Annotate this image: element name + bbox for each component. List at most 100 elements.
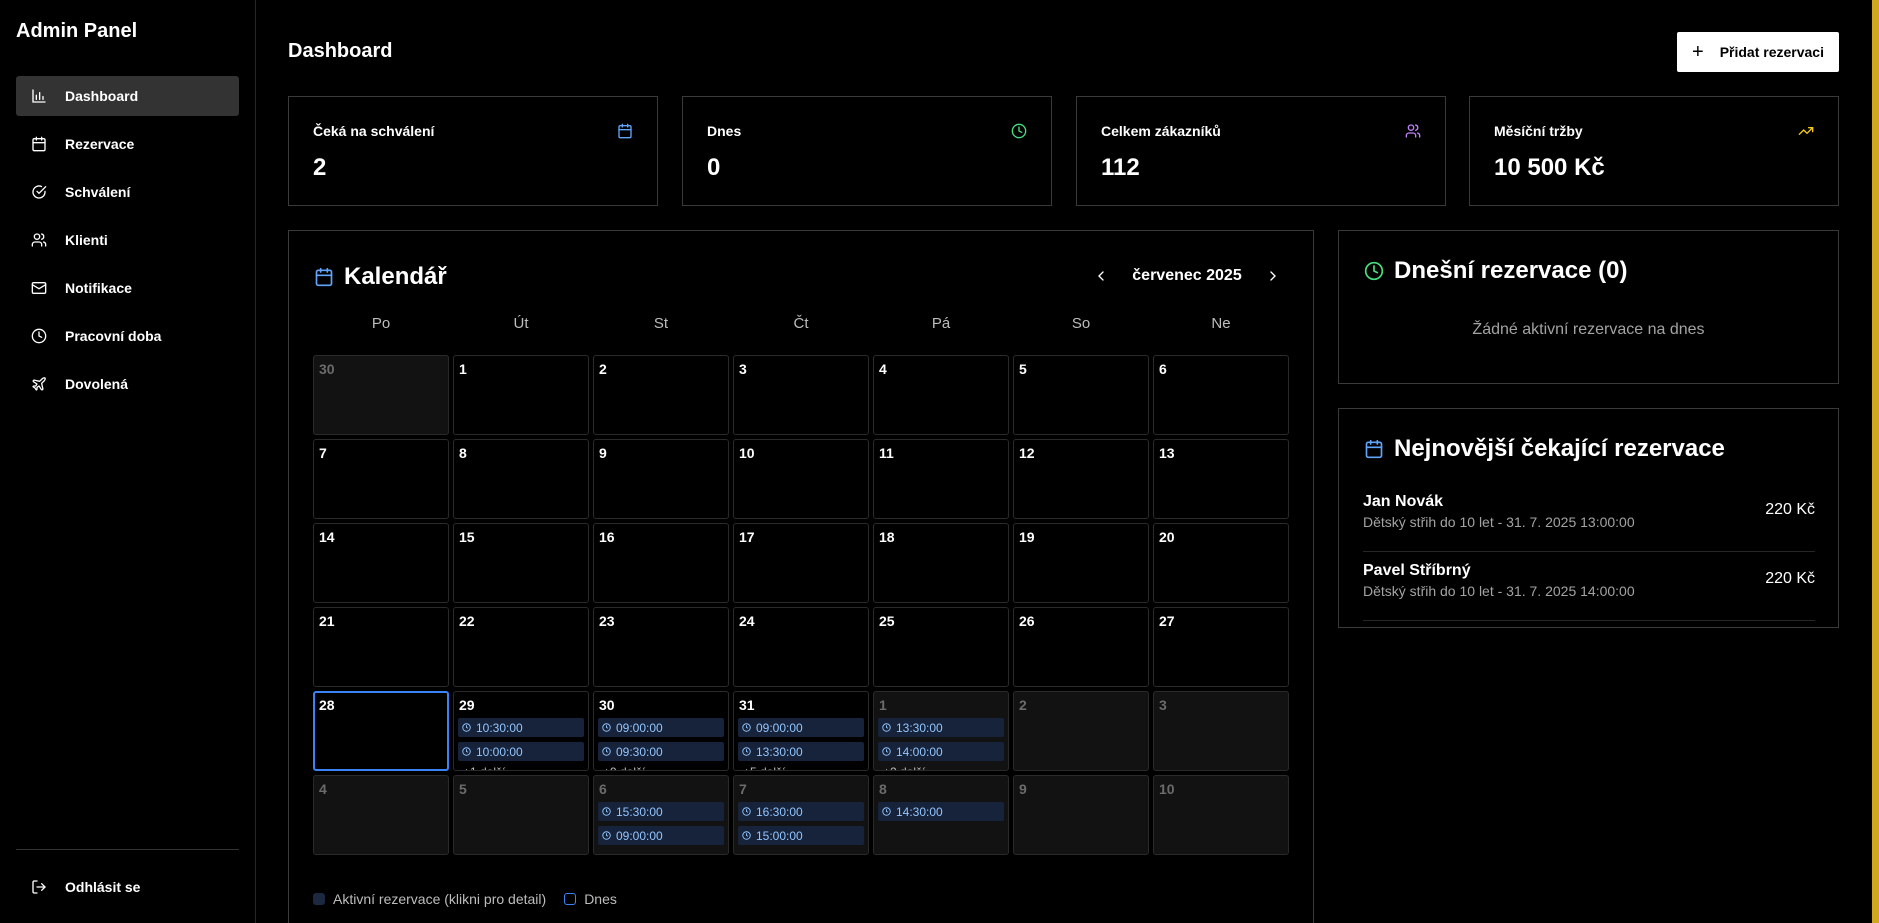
sidebar-item-pracovni-doba[interactable]: Pracovní doba xyxy=(16,316,239,356)
more-events-link[interactable]: +5 další xyxy=(738,765,864,770)
day-number: 19 xyxy=(1019,529,1035,545)
event-time: 10:00:00 xyxy=(476,744,523,759)
mail-icon xyxy=(31,280,47,296)
day-number: 2 xyxy=(1019,697,1027,713)
day-number: 21 xyxy=(319,613,335,629)
next-month-button[interactable] xyxy=(1257,261,1289,291)
calendar-day[interactable]: 15 xyxy=(453,523,589,603)
reservation-event[interactable]: 15:00:00 xyxy=(738,826,864,845)
sidebar-nav: Dashboard Rezervace Schválení Klienti No… xyxy=(16,76,239,412)
calendar-day[interactable]: 27 xyxy=(1153,607,1289,687)
sidebar-item-schvaleni[interactable]: Schválení xyxy=(16,172,239,212)
calendar-day[interactable]: 24 xyxy=(733,607,869,687)
sidebar-item-dashboard[interactable]: Dashboard xyxy=(16,76,239,116)
sidebar-item-dovolena[interactable]: Dovolená xyxy=(16,364,239,404)
sidebar-item-klienti[interactable]: Klienti xyxy=(16,220,239,260)
calendar-day[interactable]: 2 xyxy=(593,355,729,435)
app: Admin Panel Dashboard Rezervace Schválen… xyxy=(0,0,1879,923)
day-number: 23 xyxy=(599,613,615,629)
calendar-day[interactable]: 14 xyxy=(313,523,449,603)
day-number: 3 xyxy=(739,361,747,377)
calendar-day[interactable]: 18 xyxy=(873,523,1009,603)
stat-label: Měsíční tržby xyxy=(1494,123,1583,139)
reservation-event[interactable]: 16:30:00 xyxy=(738,802,864,821)
calendar-day[interactable]: 22 xyxy=(453,607,589,687)
event-time: 09:00:00 xyxy=(616,720,663,735)
pending-item[interactable]: Pavel Stříbrný Dětský střih do 10 let - … xyxy=(1363,552,1815,621)
calendar-day[interactable]: 10 xyxy=(1153,775,1289,855)
calendar-day[interactable]: 5 xyxy=(453,775,589,855)
calendar-day[interactable]: 7 16:30:00 15:00:00 xyxy=(733,775,869,855)
reservation-event[interactable]: 09:00:00 xyxy=(738,718,864,737)
calendar-day[interactable]: 19 xyxy=(1013,523,1149,603)
pending-item[interactable]: Jan Novák Dětský střih do 10 let - 31. 7… xyxy=(1363,483,1815,552)
day-number: 30 xyxy=(319,361,335,377)
day-number: 8 xyxy=(879,781,887,797)
reservation-event[interactable]: 10:30:00 xyxy=(458,718,584,737)
calendar-day-today[interactable]: 28 xyxy=(313,691,449,771)
reservation-event[interactable]: 09:00:00 xyxy=(598,718,724,737)
calendar-day[interactable]: 1 13:30:00 14:00:00 +2 další xyxy=(873,691,1009,771)
day-number: 22 xyxy=(459,613,475,629)
calendar-day[interactable]: 6 xyxy=(1153,355,1289,435)
calendar-day[interactable]: 11 xyxy=(873,439,1009,519)
more-events-link[interactable]: +2 další xyxy=(878,765,1004,770)
calendar-icon xyxy=(31,136,47,152)
pending-item-name: Jan Novák xyxy=(1363,493,1444,510)
more-events-link[interactable]: +9 další xyxy=(598,765,724,770)
calendar-day[interactable]: 10 xyxy=(733,439,869,519)
calendar-day[interactable]: 8 xyxy=(453,439,589,519)
calendar-day[interactable]: 5 xyxy=(1013,355,1149,435)
calendar-day[interactable]: 3 xyxy=(733,355,869,435)
more-events-link[interactable]: +1 další xyxy=(458,765,584,770)
calendar-day[interactable]: 26 xyxy=(1013,607,1149,687)
calendar-day[interactable]: 30 xyxy=(313,355,449,435)
scrollbar[interactable] xyxy=(1872,0,1879,923)
reservation-event[interactable]: 09:00:00 xyxy=(598,826,724,845)
reservation-event[interactable]: 13:30:00 xyxy=(738,742,864,761)
sidebar-item-label: Pracovní doba xyxy=(65,328,162,344)
calendar-day[interactable]: 1 xyxy=(453,355,589,435)
calendar-day[interactable]: 7 xyxy=(313,439,449,519)
weekday-label: Ne xyxy=(1211,315,1231,332)
calendar-day[interactable]: 13 xyxy=(1153,439,1289,519)
calendar-day[interactable]: 8 14:30:00 xyxy=(873,775,1009,855)
sidebar-item-notifikace[interactable]: Notifikace xyxy=(16,268,239,308)
calendar-day[interactable]: 17 xyxy=(733,523,869,603)
reservation-event[interactable]: 14:30:00 xyxy=(878,802,1004,821)
calendar-day[interactable]: 21 xyxy=(313,607,449,687)
logout-button[interactable]: Odhlásit se xyxy=(16,867,239,907)
calendar-day[interactable]: 2 xyxy=(1013,691,1149,771)
clock-icon xyxy=(882,747,891,756)
calendar-day[interactable]: 16 xyxy=(593,523,729,603)
reservation-event[interactable]: 15:30:00 xyxy=(598,802,724,821)
calendar-day[interactable]: 12 xyxy=(1013,439,1149,519)
calendar-day[interactable]: 6 15:30:00 09:00:00 xyxy=(593,775,729,855)
calendar-day[interactable]: 3109:00:00 13:30:00 +5 další xyxy=(733,691,869,771)
reservation-event[interactable]: 14:00:00 xyxy=(878,742,1004,761)
stat-card-pending: Čeká na schválení 2 xyxy=(288,96,658,206)
day-number: 13 xyxy=(1159,445,1175,461)
reservation-event[interactable]: 09:30:00 xyxy=(598,742,724,761)
calendar-day[interactable]: 25 xyxy=(873,607,1009,687)
day-number: 5 xyxy=(1019,361,1027,377)
calendar-day[interactable]: 9 xyxy=(1013,775,1149,855)
day-number: 25 xyxy=(879,613,895,629)
calendar-day[interactable]: 2910:30:00 10:00:00 +1 další xyxy=(453,691,589,771)
add-reservation-button[interactable]: + Přidat rezervaci xyxy=(1677,32,1839,72)
legend-today-label: Dnes xyxy=(584,891,617,907)
legend-today-swatch xyxy=(564,893,577,905)
calendar-day[interactable]: 4 xyxy=(873,355,1009,435)
calendar-day[interactable]: 4 xyxy=(313,775,449,855)
calendar-day[interactable]: 3009:00:00 09:30:00 +9 další xyxy=(593,691,729,771)
day-number: 7 xyxy=(739,781,747,797)
calendar-day[interactable]: 3 xyxy=(1153,691,1289,771)
sidebar-item-rezervace[interactable]: Rezervace xyxy=(16,124,239,164)
event-time: 14:00:00 xyxy=(896,744,943,759)
reservation-event[interactable]: 10:00:00 xyxy=(458,742,584,761)
calendar-day[interactable]: 9 xyxy=(593,439,729,519)
calendar-day[interactable]: 20 xyxy=(1153,523,1289,603)
prev-month-button[interactable] xyxy=(1085,261,1117,291)
reservation-event[interactable]: 13:30:00 xyxy=(878,718,1004,737)
calendar-day[interactable]: 23 xyxy=(593,607,729,687)
